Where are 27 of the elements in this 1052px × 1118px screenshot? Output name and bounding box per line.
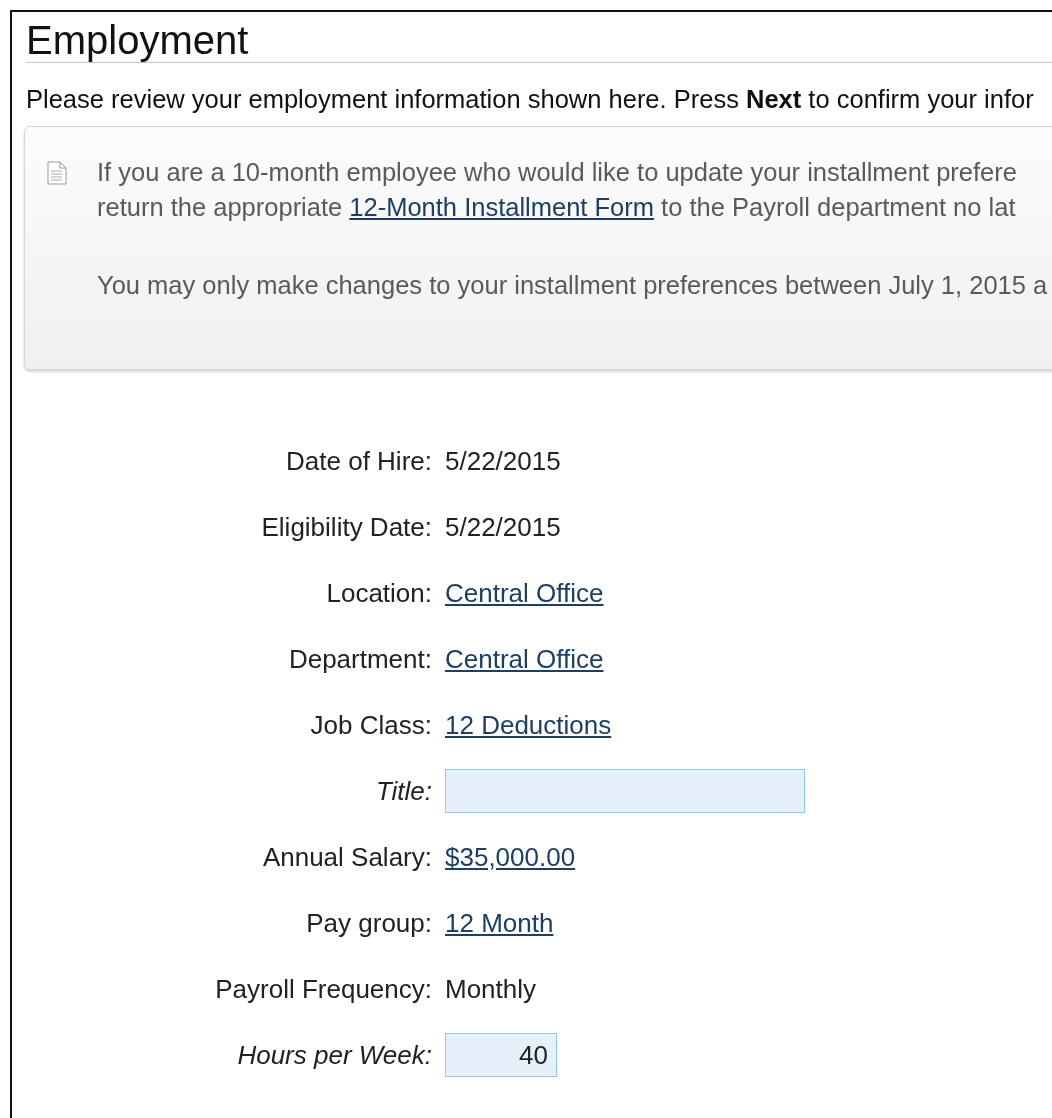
document-icon [47,161,67,185]
notice-text: You may only make changes to your installment preferences between July 1, 2015 a [97,270,1048,301]
input-field[interactable]: 40 [445,1033,557,1077]
field-value: Monthly [445,973,538,1005]
field-label: Title: [374,775,432,807]
field-value: 5/22/2015 [445,445,562,477]
field-value: 5/22/2015 [445,511,562,543]
form-link[interactable]: 12-Month Installment Form [349,193,655,221]
value-link[interactable]: Central Office [445,643,1052,675]
field-label: Job Class: [309,709,432,741]
field-label: Annual Salary: [261,841,432,873]
field-label: Pay group: [305,907,432,939]
field-label: Department: [287,643,432,675]
page-title: Employment [26,20,1052,63]
notice-text: If you are a 10-month employee who would like to update your installment prefere [97,157,1018,188]
field-label: Location: [325,577,432,609]
value-link[interactable]: 12 Deductions [445,709,1052,741]
field-label: Hours per Week: [236,1039,432,1071]
field-label: Eligibility Date: [260,511,432,543]
value-link[interactable]: $35,000.00 [445,841,1052,873]
field-label: Date of Hire: [285,445,432,477]
value-link[interactable]: Central Office [445,577,1052,609]
field-label: Payroll Frequency: [214,973,432,1005]
intro-text: Please review your employment information shown here. Press Next to confirm your infor [26,85,1035,114]
notice-text: return the appropriate 12-Month Installment Form to the Payroll department no lat [97,192,1017,223]
value-link[interactable]: 12 Month [445,907,1052,939]
input-field[interactable] [445,769,805,813]
